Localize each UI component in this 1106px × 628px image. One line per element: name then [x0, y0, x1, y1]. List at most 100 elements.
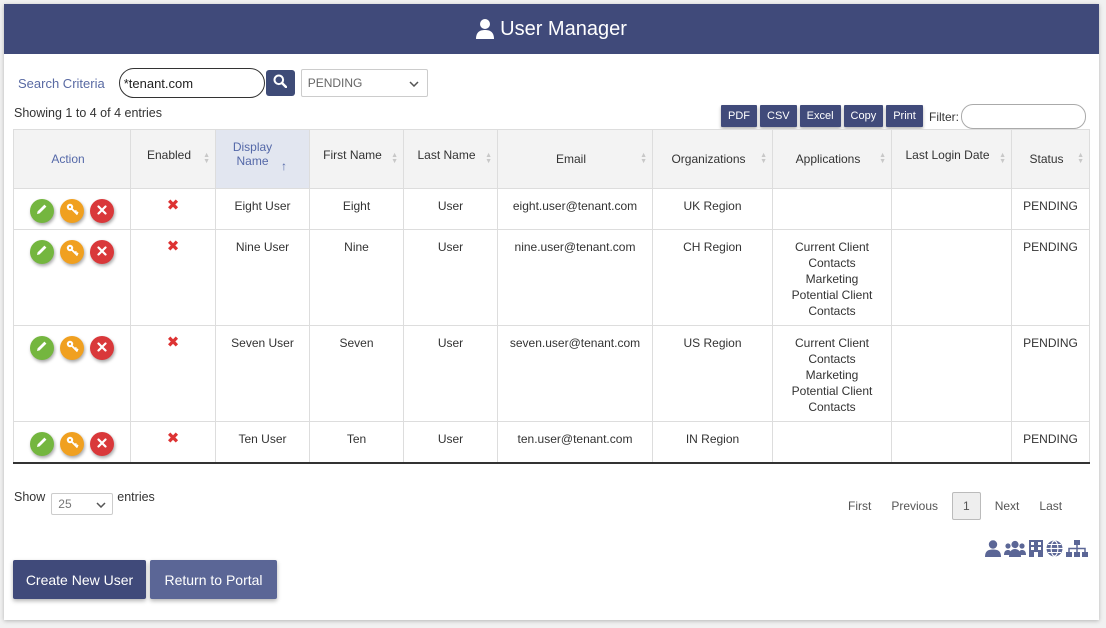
last-login-cell [891, 229, 1012, 326]
key-icon [66, 436, 79, 453]
last-name-cell: User [403, 421, 498, 464]
applications-cell [772, 188, 892, 230]
return-to-portal-button[interactable]: Return to Portal [150, 560, 277, 599]
last-name-cell: User [403, 325, 498, 422]
edit-button[interactable] [30, 199, 54, 223]
page-length-control: Show 25 entries [14, 490, 155, 515]
pagination-page-1[interactable]: 1 [952, 492, 981, 520]
column-header-last-login[interactable]: Last Login Date ▲ ▼ [891, 129, 1012, 189]
export-excel-button[interactable]: Excel [799, 105, 841, 127]
page-length-select[interactable]: 25 [51, 493, 114, 515]
status-filter-select[interactable]: PENDING [300, 69, 428, 97]
application-item: Potential Client Contacts [791, 288, 873, 318]
sort-icon: ▲ ▼ [640, 152, 647, 165]
reset-password-button[interactable] [60, 432, 84, 456]
organizations-cell: CH Region [652, 229, 773, 326]
close-icon [97, 203, 107, 219]
filter-input[interactable] [961, 104, 1086, 129]
table-row: ✖ Ten User Ten User ten.user@tenant.com IN Re… [13, 421, 1090, 464]
globe-icon[interactable] [1046, 540, 1063, 562]
application-item: Current Client Contacts [794, 240, 870, 270]
close-icon [97, 436, 107, 452]
column-header-status[interactable]: Status ▲ ▼ [1011, 129, 1090, 189]
edit-button[interactable] [30, 336, 54, 360]
search-criteria-row: Search Criteria PENDING [18, 68, 428, 98]
sort-icon: ▲ ▼ [485, 152, 492, 165]
export-csv-button[interactable]: CSV [760, 105, 797, 127]
create-new-user-button[interactable]: Create New User [13, 560, 146, 599]
page-title: User Manager [500, 17, 627, 40]
export-buttons: PDF CSV Excel Copy Print [721, 105, 923, 127]
key-icon [66, 340, 79, 357]
pencil-icon [36, 340, 48, 356]
delete-button[interactable] [90, 336, 114, 360]
disabled-x-icon: ✖ [166, 334, 180, 351]
search-button[interactable] [265, 70, 295, 96]
application-item: Marketing [805, 272, 859, 286]
first-name-cell: Eight [309, 188, 404, 230]
copy-button[interactable]: Copy [843, 105, 884, 127]
display-name-cell: Seven User [215, 325, 310, 422]
delete-button[interactable] [90, 432, 114, 456]
pagination-previous[interactable]: Previous [881, 493, 948, 519]
key-icon [66, 203, 79, 220]
enabled-cell: ✖ [130, 421, 216, 464]
column-header-last-name[interactable]: Last Name ▲ ▼ [403, 129, 498, 189]
building-icon[interactable] [1029, 540, 1043, 562]
footer-icon-links [985, 540, 1088, 562]
applications-cell: Current Client Contacts Marketing Potentia… [772, 325, 892, 422]
first-name-cell: Seven [309, 325, 404, 422]
email-cell: eight.user@tenant.com [497, 188, 653, 230]
action-cell [13, 421, 131, 464]
column-header-display-name[interactable]: Display Name ↑ [215, 129, 310, 189]
pagination-next[interactable]: Next [985, 493, 1030, 519]
status-filter-value: PENDING [307, 76, 363, 90]
reset-password-button[interactable] [60, 199, 84, 223]
action-cell [13, 229, 131, 326]
sort-icon: ▲ ▼ [760, 152, 767, 165]
pencil-icon [36, 244, 48, 260]
column-header-organizations[interactable]: Organizations ▲ ▼ [652, 129, 773, 189]
organizations-cell: UK Region [652, 188, 773, 230]
key-icon [66, 244, 79, 261]
delete-button[interactable] [90, 240, 114, 264]
last-name-cell: User [403, 188, 498, 230]
entries-label: entries [117, 490, 155, 504]
column-header-email[interactable]: Email ▲ ▼ [497, 129, 653, 189]
users-table: Action Enabled ▲ ▼ Display Name ↑ First Nam… [13, 129, 1090, 464]
disabled-x-icon: ✖ [166, 238, 180, 255]
first-name-cell: Nine [309, 229, 404, 326]
export-pdf-button[interactable]: PDF [721, 105, 757, 127]
column-header-action: Action [13, 129, 131, 189]
enabled-cell: ✖ [130, 188, 216, 230]
pencil-icon [36, 436, 48, 452]
search-input[interactable] [118, 68, 265, 98]
pagination-first[interactable]: First [838, 493, 881, 519]
group-icon[interactable] [1004, 540, 1026, 562]
pagination-last[interactable]: Last [1029, 493, 1072, 519]
edit-button[interactable] [30, 240, 54, 264]
sort-icon: ▲ ▼ [203, 152, 210, 165]
column-header-applications[interactable]: Applications ▲ ▼ [772, 129, 892, 189]
sort-ascending-icon: ↑ [281, 159, 287, 173]
application-item: Marketing [805, 368, 859, 382]
user-icon[interactable] [985, 540, 1001, 562]
table-row: ✖ Nine User Nine User nine.user@tenant.com CH… [13, 229, 1090, 326]
organizations-cell: IN Region [652, 421, 773, 464]
sitemap-icon[interactable] [1066, 540, 1088, 562]
reset-password-button[interactable] [60, 336, 84, 360]
delete-button[interactable] [90, 199, 114, 223]
action-cell [13, 188, 131, 230]
search-icon [273, 74, 288, 93]
column-header-first-name[interactable]: First Name ▲ ▼ [309, 129, 404, 189]
edit-button[interactable] [30, 432, 54, 456]
reset-password-button[interactable] [60, 240, 84, 264]
status-cell: PENDING [1011, 229, 1090, 326]
applications-cell: Current Client Contacts Marketing Potentia… [772, 229, 892, 326]
print-button[interactable]: Print [886, 105, 923, 127]
column-header-enabled[interactable]: Enabled ▲ ▼ [130, 129, 216, 189]
show-label: Show [14, 490, 46, 504]
action-cell [13, 325, 131, 422]
email-cell: ten.user@tenant.com [497, 421, 653, 464]
filter-label: Filter: [929, 110, 959, 124]
